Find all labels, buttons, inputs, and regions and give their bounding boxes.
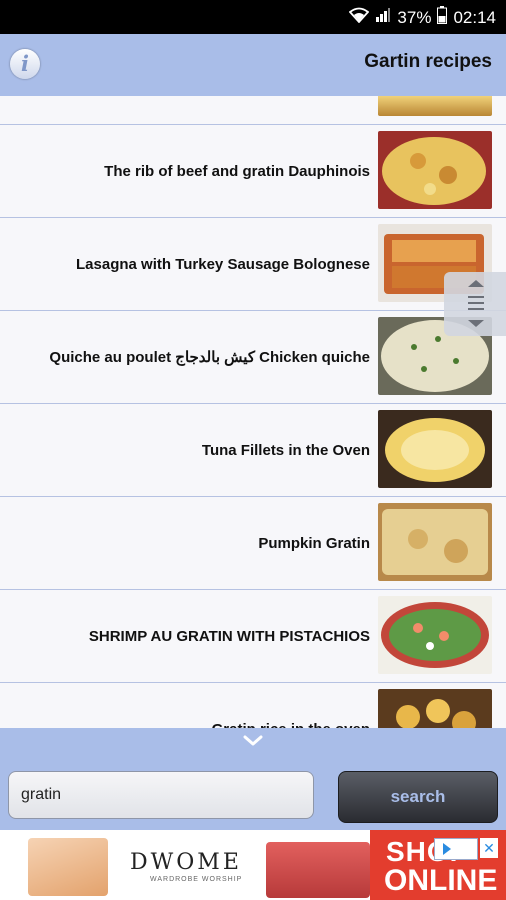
recipe-thumbnail xyxy=(378,503,492,581)
info-icon[interactable]: i xyxy=(10,49,40,79)
list-item[interactable] xyxy=(0,96,506,124)
scroll-down-icon xyxy=(468,320,484,327)
search-input[interactable] xyxy=(8,771,314,819)
battery-icon xyxy=(437,6,448,29)
ad-handbag-image xyxy=(266,842,370,898)
recipe-title: SHRIMP AU GRATIN WITH PISTACHIOS xyxy=(88,627,370,645)
recipe-title: The rib of beef and gratin Dauphinois xyxy=(104,162,370,180)
list-item[interactable]: Pumpkin Gratin xyxy=(0,496,506,589)
clock: 02:14 xyxy=(453,7,496,27)
close-icon[interactable]: ✕ xyxy=(480,838,498,858)
list-item[interactable]: Lasagna with Turkey Sausage Bolognese xyxy=(0,217,506,310)
recipe-title: Pumpkin Gratin xyxy=(258,534,370,552)
recipe-title: Quiche au poulet كيش بالدجاج Chicken qui… xyxy=(49,349,370,366)
list-item[interactable]: SHRIMP AU GRATIN WITH PISTACHIOS xyxy=(0,589,506,682)
list-item[interactable]: Gratin rice in the oven xyxy=(0,682,506,728)
recipe-title: Tuna Fillets in the Oven xyxy=(201,441,370,459)
app-title: Gartin recipes xyxy=(364,51,492,72)
ad-handbag-image xyxy=(28,838,108,896)
drag-lines-icon xyxy=(468,296,484,298)
fast-scroll-handle[interactable] xyxy=(444,272,506,336)
search-panel: search xyxy=(0,728,506,830)
recipe-thumbnail xyxy=(378,689,492,728)
search-button[interactable]: search xyxy=(338,771,498,823)
chevron-down-icon[interactable] xyxy=(242,734,264,748)
recipe-thumbnail xyxy=(378,410,492,488)
ad-banner[interactable]: DWOME WARDROBE WORSHIP SHOP ONLINE ✕ xyxy=(0,830,506,900)
wifi-icon xyxy=(349,7,370,28)
list-item[interactable]: The rib of beef and gratin Dauphinois xyxy=(0,124,506,217)
ad-brand: DWOME xyxy=(130,850,242,875)
recipe-list[interactable]: The rib of beef and gratin Dauphinois La… xyxy=(0,96,506,728)
recipe-thumbnail xyxy=(378,131,492,209)
battery-level: 37% xyxy=(397,7,432,27)
scroll-up-icon xyxy=(468,280,484,287)
ad-tagline: WARDROBE WORSHIP xyxy=(150,876,243,883)
recipe-title: Gratin rice in the oven xyxy=(212,683,370,729)
list-item[interactable]: Tuna Fillets in the Oven xyxy=(0,403,506,496)
ad-choices-icon[interactable] xyxy=(434,838,478,860)
recipe-thumbnail xyxy=(378,596,492,674)
recipe-title: Lasagna with Turkey Sausage Bolognese xyxy=(76,255,370,273)
recipe-thumbnail xyxy=(378,96,492,116)
list-item[interactable]: Quiche au poulet كيش بالدجاج Chicken qui… xyxy=(0,310,506,403)
app-bar: i Gartin recipes xyxy=(0,34,506,97)
ad-shop-line2: ONLINE xyxy=(384,864,498,897)
signal-icon xyxy=(375,7,391,28)
status-bar: 37% 02:14 xyxy=(0,0,506,34)
